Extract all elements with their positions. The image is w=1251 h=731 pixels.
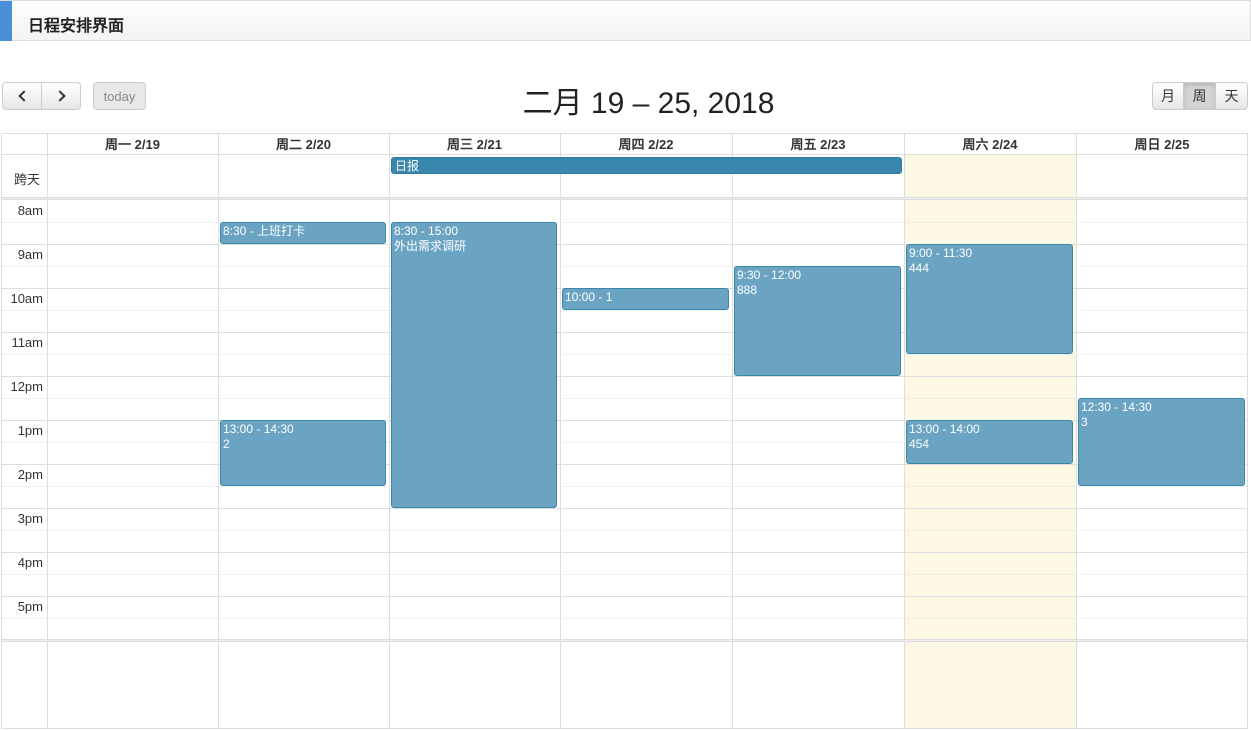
week-view-button[interactable]: 周 [1183, 82, 1216, 110]
hour-line [2, 376, 1247, 377]
day-header[interactable]: 周四 2/22 [560, 134, 732, 155]
event-time: 8:30 - 15:00 [394, 224, 459, 238]
day-view-button[interactable]: 天 [1215, 82, 1248, 110]
event-time: 10:00 - 1 [565, 290, 613, 304]
row-divider [2, 639, 1247, 642]
time-axis-label: 1pm [17, 423, 43, 438]
time-axis-label: 5pm [17, 599, 43, 614]
event-title: 444 [909, 261, 930, 275]
hour-line [2, 464, 1247, 465]
calendar-event[interactable]: 12:30 - 14:30 3 [1078, 398, 1245, 486]
day-header[interactable]: 周五 2/23 [732, 134, 904, 155]
event-title: 3 [1081, 415, 1088, 429]
half-hour-line [2, 618, 1247, 619]
time-axis-label: 3pm [17, 511, 43, 526]
event-time: 9:00 - 11:30 [909, 246, 973, 260]
panel-header: 日程安排界面 [0, 0, 1251, 41]
calendar-event[interactable]: 13:00 - 14:30 2 [220, 420, 386, 486]
hour-line [2, 596, 1247, 597]
time-axis-label: 12pm [10, 379, 43, 394]
day-header[interactable]: 周日 2/25 [1076, 134, 1248, 155]
event-time: 9:30 - 12:00 [737, 268, 802, 282]
day-header[interactable]: 周六 2/24 [904, 134, 1076, 155]
event-title: 外出需求调研 [394, 239, 467, 253]
calendar-event[interactable]: 13:00 - 14:00 454 [906, 420, 1073, 464]
half-hour-line [2, 574, 1247, 575]
time-axis-label: 4pm [17, 555, 43, 570]
half-hour-line [2, 398, 1247, 399]
day-header[interactable]: 周一 2/19 [47, 134, 218, 155]
time-axis-label: 10am [10, 291, 43, 306]
calendar-event[interactable]: 9:00 - 11:30 444 [906, 244, 1073, 354]
event-time: 13:00 - 14:30 [223, 422, 294, 436]
calendar-event[interactable]: 8:30 - 上班打卡 [220, 222, 386, 244]
event-time: 12:30 - 14:30 [1081, 400, 1152, 414]
half-hour-line [2, 486, 1247, 487]
month-view-button[interactable]: 月 [1152, 82, 1184, 110]
time-axis-label: 11am [11, 335, 43, 350]
time-axis-label: 8am [17, 203, 43, 218]
row-divider [2, 154, 1247, 155]
event-title: 888 [737, 283, 758, 297]
calendar-event[interactable]: 10:00 - 1 [562, 288, 729, 310]
day-header[interactable]: 周三 2/21 [389, 134, 560, 155]
calendar-event[interactable]: 9:30 - 12:00 888 [734, 266, 901, 376]
hour-line [2, 552, 1247, 553]
hour-line [2, 508, 1247, 509]
half-hour-line [2, 222, 1247, 223]
panel-title: 日程安排界面 [28, 18, 125, 35]
panel-accent-bar [0, 1, 12, 41]
time-axis-label: 2pm [17, 467, 43, 482]
half-hour-line [2, 530, 1247, 531]
view-title: 二月 19 – 25, 2018 [522, 87, 775, 120]
event-time: 13:00 - 14:00 [909, 422, 980, 436]
event-title: 454 [909, 437, 930, 451]
half-hour-line [2, 354, 1247, 355]
time-axis-label: 9am [17, 247, 43, 262]
week-calendar-grid: 跨天 周一 2/19 周二 2/20 周三 2/21 周四 2/22 周五 2/23 周六… [1, 133, 1248, 729]
allday-event[interactable]: 日报 [391, 157, 902, 174]
event-time: 8:30 - 上班打卡 [223, 224, 306, 238]
day-header[interactable]: 周二 2/20 [218, 134, 389, 155]
allday-row-label: 跨天 [14, 172, 41, 187]
event-title: 2 [223, 437, 230, 451]
row-divider [2, 197, 1247, 200]
calendar-event[interactable]: 8:30 - 15:00 外出需求调研 [391, 222, 557, 508]
